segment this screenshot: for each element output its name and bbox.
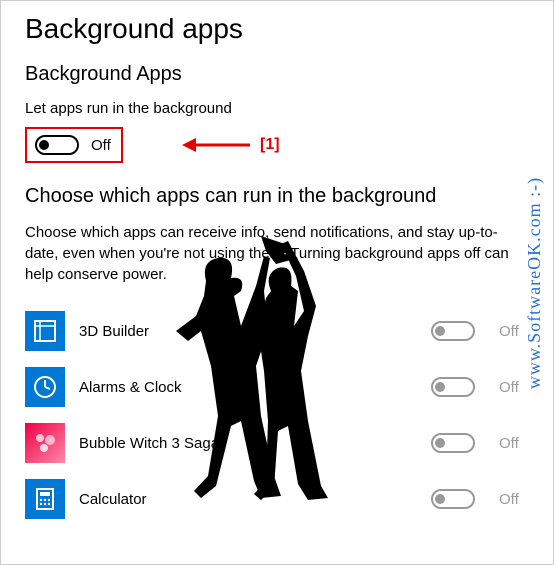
annotation-arrow: [1] xyxy=(182,135,280,155)
app-toggle[interactable] xyxy=(431,377,475,397)
app-list: 3D Builder Off Alarms & Clock Off Bubble… xyxy=(25,303,529,527)
toggle-knob xyxy=(435,438,445,448)
annotation-marker: [1] xyxy=(260,136,280,154)
watermark-text: www.SoftwareOK.com :-) xyxy=(524,176,545,388)
toggle-knob xyxy=(435,382,445,392)
app-name-label: Alarms & Clock xyxy=(79,379,417,396)
app-toggle[interactable] xyxy=(431,321,475,341)
bubble-witch-icon xyxy=(25,423,65,463)
app-toggle-state-label: Off xyxy=(499,435,529,452)
toggle-knob xyxy=(435,494,445,504)
section-description: Choose which apps can receive info, send… xyxy=(25,222,529,285)
toggle-knob xyxy=(39,140,49,150)
master-toggle-state-label: Off xyxy=(91,137,111,154)
app-name-label: 3D Builder xyxy=(79,323,417,340)
section-heading-choose: Choose which apps can run in the backgro… xyxy=(25,185,529,208)
master-toggle[interactable] xyxy=(35,135,79,155)
app-toggle-state-label: Off xyxy=(499,491,529,508)
master-toggle-label-text: Let apps run in the background xyxy=(25,100,529,117)
page-title: Background apps xyxy=(25,13,529,45)
app-name-label: Bubble Witch 3 Saga xyxy=(79,435,417,452)
app-row: Alarms & Clock Off xyxy=(25,359,529,415)
app-row: Bubble Witch 3 Saga Off xyxy=(25,415,529,471)
section-heading-apps: Background Apps xyxy=(25,63,529,86)
annotation-highlight-box: Off [1] xyxy=(25,127,123,163)
arrow-left-icon xyxy=(182,135,252,155)
app-row: Calculator Off xyxy=(25,471,529,527)
app-toggle[interactable] xyxy=(431,433,475,453)
clock-icon xyxy=(25,367,65,407)
app-row: 3D Builder Off xyxy=(25,303,529,359)
toggle-knob xyxy=(435,326,445,336)
3d-builder-icon xyxy=(25,311,65,351)
app-toggle[interactable] xyxy=(431,489,475,509)
app-name-label: Calculator xyxy=(79,491,417,508)
calculator-icon xyxy=(25,479,65,519)
